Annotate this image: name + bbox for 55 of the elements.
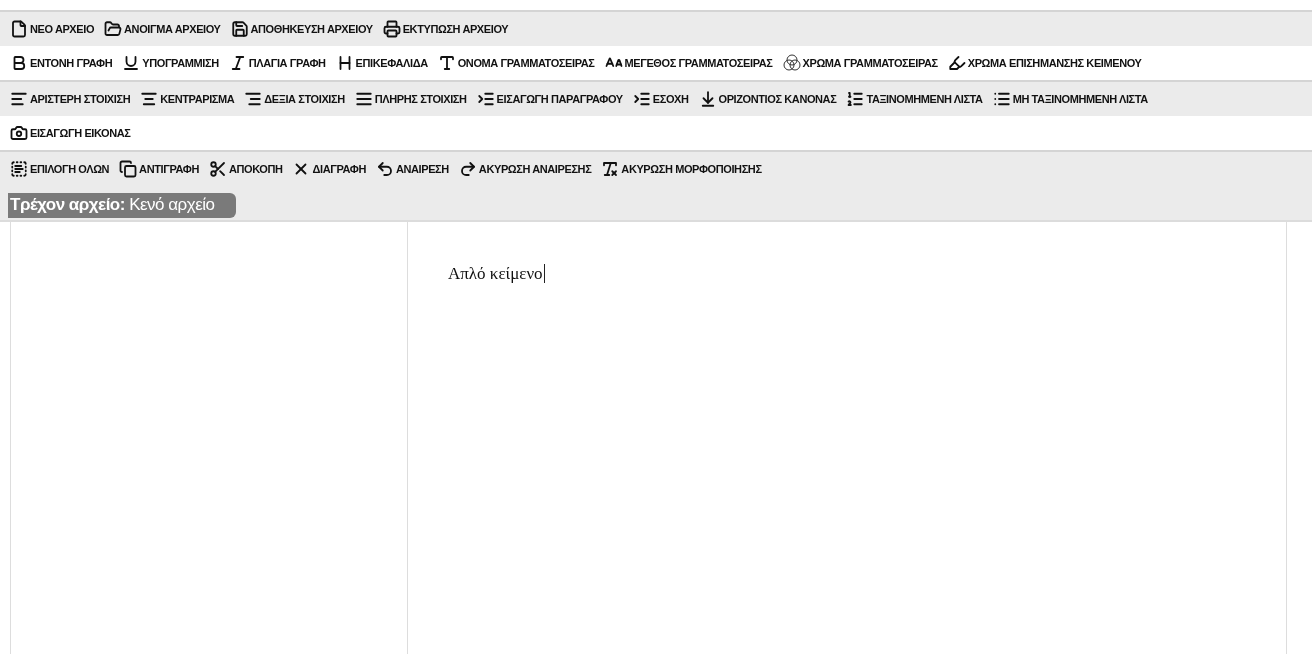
toolbar-button[interactable]: ΑΝΑΙΡΕΣΗ — [375, 160, 449, 178]
toolbar-button[interactable]: ΑΡΙΣΤΕΡΗ ΣΤΟΙΧΙΣΗ — [10, 90, 131, 108]
indent-icon — [476, 90, 495, 108]
align-center-icon — [140, 90, 159, 108]
toolbar-button[interactable]: ΑΝΤΙΓΡΑΦΗ — [119, 160, 199, 178]
document-text: Απλό κείμενο — [448, 264, 545, 283]
printer-icon — [382, 20, 401, 38]
toolbar-button[interactable]: ΟΡΙΖΟΝΤΙΟΣ ΚΑΝΟΝΑΣ — [698, 90, 837, 108]
toolbar-button[interactable]: ΥΠΟΓΡΑΜΜΙΣΗ — [122, 54, 219, 72]
align-right-icon — [244, 90, 263, 108]
toolbar-button[interactable]: ΕΙΣΑΓΩΓΗ ΕΙΚΟΝΑΣ — [10, 124, 131, 142]
ordered-list-icon — [846, 90, 865, 108]
copy-icon — [119, 160, 138, 178]
redo-icon — [458, 160, 477, 178]
scissors-icon — [208, 160, 227, 178]
file-icon — [10, 20, 28, 38]
toolbar-button[interactable]: ΜΗ ΤΑΞΙΝΟΜΗΜΕΝΗ ΛΙΣΤΑ — [992, 90, 1148, 108]
align-left-icon — [10, 90, 28, 108]
align-justify-icon — [354, 90, 373, 108]
toolbar-button[interactable]: ΤΑΞΙΝΟΜΗΜΕΝΗ ΛΙΣΤΑ — [846, 90, 983, 108]
toolbar-button[interactable]: ΑΚΥΡΩΣΗ ΜΟΡΦΟΠΟΙΗΣΗΣ — [601, 160, 762, 178]
circles-icon — [782, 54, 801, 72]
select-all-icon — [10, 160, 28, 178]
highlighter-icon — [947, 54, 966, 72]
toolbar-button[interactable]: ΔΕΞΙΑ ΣΤΟΙΧΙΣΗ — [244, 90, 345, 108]
document-page[interactable]: Απλό κείμενο — [408, 222, 1287, 654]
toolbar-button[interactable]: ΟΝΟΜΑ ΓΡΑΜΜΑΤΟΣΕΙΡΑΣ — [437, 54, 595, 72]
toolbar-button[interactable]: ΕΠΙΚΕΦΑΛΙΔΑ — [335, 54, 428, 72]
toolbar-button[interactable]: ΑΚΥΡΩΣΗ ΑΝΑΙΡΕΣΗΣ — [458, 160, 592, 178]
toolbar-button[interactable]: ΕΣΟΧΗ — [632, 90, 689, 108]
indent-icon — [632, 90, 651, 108]
toolbar-button[interactable]: ΧΡΩΜΑ ΓΡΑΜΜΑΤΟΣΕΙΡΑΣ — [782, 54, 938, 72]
undo-icon — [375, 160, 394, 178]
font-icon — [437, 54, 456, 72]
toolbar-button[interactable]: ΑΠΟΘΗΚΕΥΣΗ ΑΡΧΕΙΟΥ — [230, 20, 373, 38]
toolbar-button[interactable]: ΜΕΓΕΘΟΣ ΓΡΑΜΜΑΤΟΣΕΙΡΑΣ — [604, 54, 773, 72]
folder-icon — [104, 20, 123, 38]
clear-format-icon — [601, 160, 620, 178]
toolbar-button[interactable]: ΕΙΣΑΓΩΓΗ ΠΑΡΑΓΡΑΦΟΥ — [476, 90, 623, 108]
current-file-label: Τρέχον αρχείο: Κενό αρχείο — [8, 193, 237, 218]
list-icon — [992, 90, 1011, 108]
toolbar-button[interactable]: ΕΠΙΛΟΓΗ ΟΛΩΝ — [10, 160, 110, 178]
camera-icon — [10, 124, 28, 142]
toolbar-button[interactable]: ΕΚΤΥΠΩΣΗ ΑΡΧΕΙΟΥ — [382, 20, 509, 38]
save-icon — [230, 20, 249, 38]
toolbar-button[interactable]: ΧΡΩΜΑ ΕΠΙΣΗΜΑΝΣΗΣ ΚΕΙΜΕΝΟΥ — [947, 54, 1142, 72]
toolbar-button[interactable]: ΑΠΟΚΟΠΗ — [208, 160, 283, 178]
toolbar-button[interactable]: ΔΙΑΓΡΑΦΗ — [292, 160, 366, 178]
underline-icon — [122, 54, 141, 72]
toolbar-button[interactable]: ΝΕΟ ΑΡΧΕΙΟ — [10, 20, 95, 38]
toolbar-button[interactable]: ΚΕΝΤΡΑΡΙΣΜΑ — [140, 90, 235, 108]
toolbar-button[interactable]: ΕΝΤΟΝΗ ΓΡΑΦΗ — [10, 54, 113, 72]
toolbar-button[interactable]: ΑΝΟΙΓΜΑ ΑΡΧΕΙΟΥ — [104, 20, 221, 38]
toolbar-button[interactable]: ΠΛΗΡΗΣ ΣΤΟΙΧΙΣΗ — [354, 90, 467, 108]
toolbar-button[interactable]: ΠΛΑΓΙΑ ΓΡΑΦΗ — [228, 54, 326, 72]
